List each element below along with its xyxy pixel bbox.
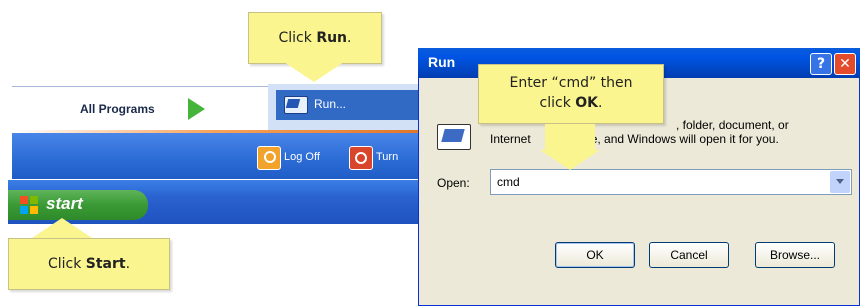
all-programs-label: All Programs	[80, 102, 155, 116]
start-button[interactable]: start	[8, 190, 148, 220]
callout-cmd-stem	[545, 124, 595, 152]
callout-enter-cmd: Enter “cmd” then click OK.	[478, 64, 664, 124]
callout-click-run: Click Run.	[248, 12, 382, 64]
windows-logo-icon	[20, 196, 38, 214]
run-menu-label: Run...	[314, 97, 347, 111]
run-menu-item[interactable]: Run...	[276, 90, 418, 120]
callout-cmd-arrow	[540, 150, 600, 170]
description-line-2: Internet e, and Windows will open it for …	[490, 132, 830, 146]
callout-start-prefix: Click	[47, 256, 86, 272]
callout-start-bold: Start	[85, 256, 126, 272]
run-icon	[284, 96, 308, 114]
run-dialog-title: Run	[428, 54, 456, 70]
help-icon[interactable]: ?	[810, 53, 832, 75]
callout-run-prefix: Click	[278, 30, 317, 46]
callout-run-arrow	[284, 62, 344, 82]
callout-start-suffix: .	[125, 256, 131, 272]
callout-run-bold: Run	[316, 30, 348, 46]
callout-run-suffix: .	[347, 30, 352, 46]
run-dialog-icon	[437, 124, 471, 150]
turnoff-label[interactable]: Turn	[376, 151, 398, 163]
dropdown-arrow-icon[interactable]	[830, 171, 850, 193]
callout-cmd-suffix: .	[598, 95, 603, 111]
callout-start-arrow	[32, 218, 92, 238]
callout-cmd-prefix: click	[539, 95, 576, 111]
close-icon[interactable]: ✕	[834, 53, 856, 75]
browse-button[interactable]: Browse...	[755, 242, 835, 268]
cancel-button[interactable]: Cancel	[649, 242, 729, 268]
open-input-value: cmd	[497, 175, 520, 189]
play-icon	[188, 98, 205, 120]
open-label: Open:	[437, 176, 470, 190]
description-line-2-a: Internet	[490, 132, 531, 146]
start-label: start	[46, 194, 83, 213]
logoff-label[interactable]: Log Off	[284, 151, 320, 163]
open-input[interactable]: cmd	[490, 169, 852, 195]
callout-cmd-line1: Enter “cmd” then	[509, 75, 633, 91]
logoff-key-icon[interactable]	[257, 146, 281, 170]
callout-cmd-line2: click OK.	[479, 93, 663, 113]
ok-button[interactable]: OK	[555, 242, 635, 268]
callout-click-start: Click Start.	[8, 238, 170, 290]
callout-cmd-bold: OK	[575, 95, 599, 111]
power-icon[interactable]	[349, 146, 373, 170]
